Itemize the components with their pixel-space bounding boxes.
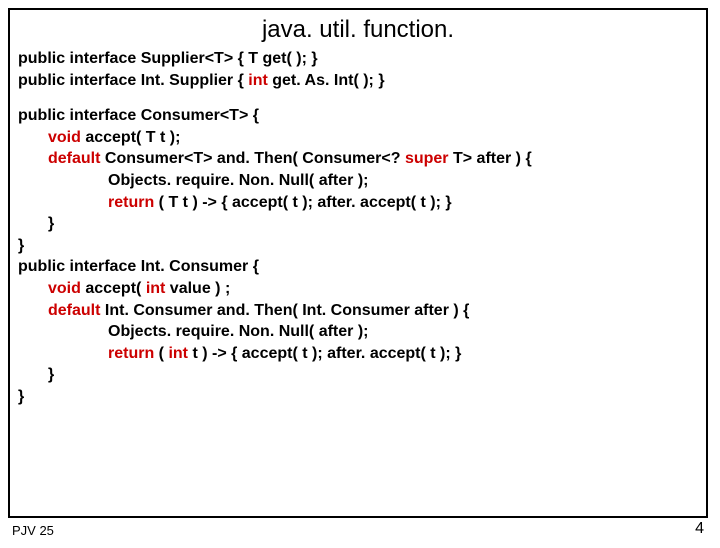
text: public interface Consumer<T> {	[18, 107, 259, 124]
text: Int. Consumer and. Then( Int. Consumer a…	[100, 302, 469, 319]
code-line: }	[18, 213, 698, 235]
keyword: return	[108, 194, 154, 211]
code-line: Objects. require. Non. Null( after );	[18, 321, 698, 343]
code-line: return ( T t ) -> { accept( t ); after. …	[18, 192, 698, 214]
keyword: super	[405, 150, 449, 167]
slide-frame: java. util. function. public interface S…	[8, 8, 708, 518]
code-line: default Consumer<T> and. Then( Consumer<…	[18, 148, 698, 170]
text: }	[18, 237, 24, 254]
code-line: public interface Supplier<T> { T get( );…	[18, 48, 698, 70]
keyword: int	[248, 72, 268, 89]
slide-title: java. util. function.	[18, 16, 698, 44]
text: }	[48, 366, 54, 383]
text: ( T t ) -> { accept( t ); after. accept(…	[154, 194, 451, 211]
code-line: void accept( int value ) ;	[18, 278, 698, 300]
code-line: Objects. require. Non. Null( after );	[18, 170, 698, 192]
text: Objects. require. Non. Null( after );	[108, 172, 368, 189]
code-line: }	[18, 235, 698, 257]
text: }	[18, 388, 24, 405]
keyword: return	[108, 345, 154, 362]
keyword: default	[48, 150, 100, 167]
text: Objects. require. Non. Null( after );	[108, 323, 368, 340]
code-line: public interface Consumer<T> {	[18, 105, 698, 127]
keyword: int	[146, 280, 166, 297]
code-line: default Int. Consumer and. Then( Int. Co…	[18, 300, 698, 322]
footer-right: 4	[695, 520, 704, 538]
text: (	[154, 345, 168, 362]
keyword: void	[48, 129, 81, 146]
code-block: public interface Supplier<T> { T get( );…	[18, 48, 698, 408]
text: }	[48, 215, 54, 232]
text: public interface Int. Consumer {	[18, 258, 259, 275]
code-line: public interface Int. Consumer {	[18, 256, 698, 278]
keyword: int	[168, 345, 188, 362]
text: Consumer<T> and. Then( Consumer<?	[100, 150, 405, 167]
code-line: }	[18, 386, 698, 408]
text: get. As. Int( ); }	[268, 72, 385, 89]
text: public interface Int. Supplier {	[18, 72, 248, 89]
code-line: return ( int t ) -> { accept( t ); after…	[18, 343, 698, 365]
keyword: void	[48, 280, 81, 297]
footer-left: PJV 25	[12, 523, 54, 538]
spacer	[18, 91, 698, 105]
text: t ) -> { accept( t ); after. accept( t )…	[188, 345, 461, 362]
text: value ) ;	[165, 280, 230, 297]
code-line: void accept( T t );	[18, 127, 698, 149]
text: accept( T t );	[81, 129, 181, 146]
text: T> after ) {	[449, 150, 532, 167]
text: accept(	[81, 280, 146, 297]
keyword: default	[48, 302, 100, 319]
code-line: public interface Int. Supplier { int get…	[18, 70, 698, 92]
code-line: }	[18, 364, 698, 386]
text: public interface Supplier<T> { T get( );…	[18, 50, 318, 67]
